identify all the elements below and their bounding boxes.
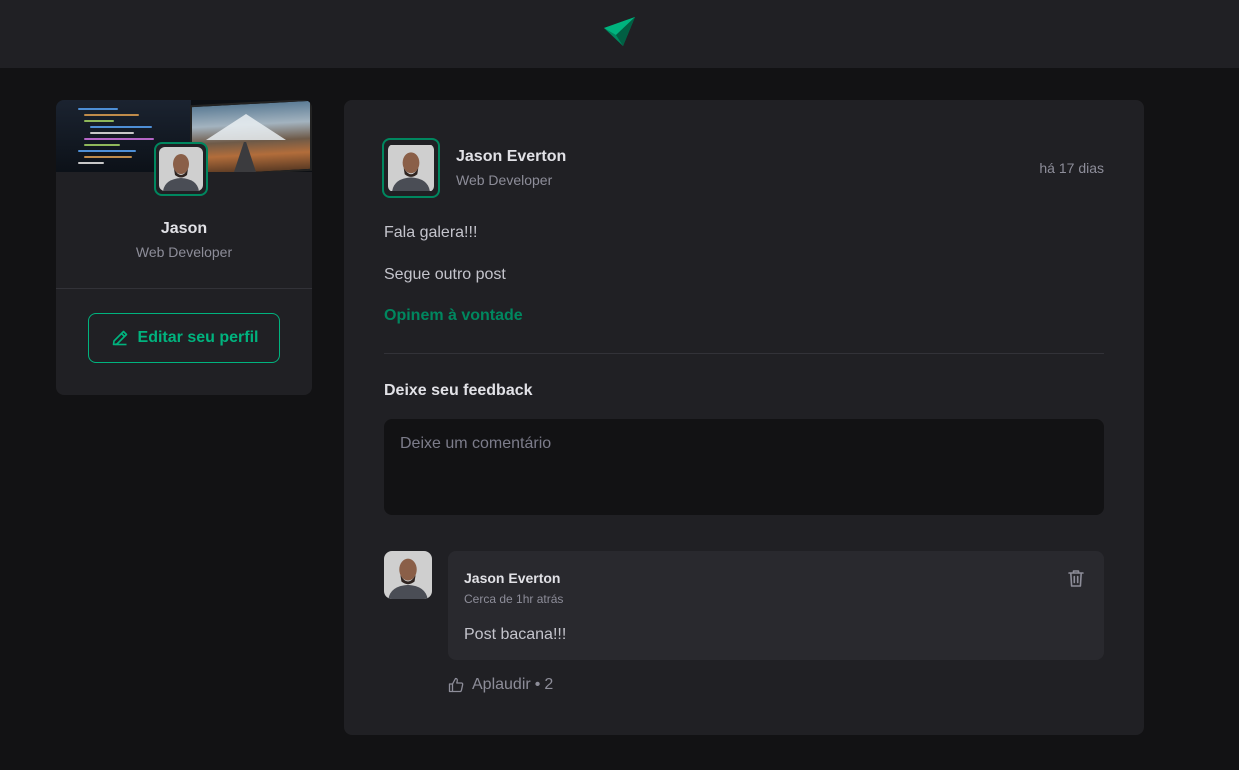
user-photo bbox=[159, 147, 203, 191]
post-author-role: Web Developer bbox=[456, 172, 553, 188]
profile-sidebar: Jason Web Developer Editar seu perfil bbox=[56, 100, 312, 395]
edit-profile-label: Editar seu perfil bbox=[137, 329, 259, 346]
post-paragraph: Fala galera!!! bbox=[384, 224, 478, 241]
post-author-name: Jason Everton bbox=[456, 148, 567, 165]
applaud-separator: • bbox=[534, 676, 541, 693]
applaud-count: 2 bbox=[544, 676, 554, 693]
sidebar-divider bbox=[56, 288, 312, 289]
user-photo bbox=[384, 551, 432, 599]
post-timestamp: há 17 dias bbox=[1039, 160, 1104, 176]
post-paragraph: Segue outro post bbox=[384, 266, 506, 283]
applaud-button[interactable]: Aplaudir • 2 bbox=[448, 676, 553, 694]
post-card: Jason Everton Web Developer há 17 dias F… bbox=[344, 100, 1144, 735]
post-link[interactable]: Opinem à vontade bbox=[384, 307, 523, 325]
paper-plane-logo-icon[interactable] bbox=[603, 17, 636, 47]
applaud-label: Aplaudir bbox=[472, 676, 531, 693]
app-header bbox=[0, 0, 1239, 68]
post-author-avatar[interactable] bbox=[382, 138, 440, 198]
comment-input[interactable] bbox=[384, 419, 1104, 515]
comment-timestamp: Cerca de 1hr atrás bbox=[464, 592, 564, 606]
pencil-icon bbox=[112, 330, 127, 346]
post-divider bbox=[384, 353, 1104, 354]
feedback-title: Deixe seu feedback bbox=[384, 382, 533, 399]
trash-icon[interactable] bbox=[1066, 568, 1086, 588]
comment-author-name: Jason Everton bbox=[464, 570, 561, 586]
profile-avatar[interactable] bbox=[154, 142, 208, 196]
thumbs-up-icon bbox=[448, 677, 464, 693]
comment-author-avatar[interactable] bbox=[384, 551, 432, 599]
edit-profile-button[interactable]: Editar seu perfil bbox=[88, 313, 280, 363]
profile-role: Web Developer bbox=[135, 244, 233, 260]
comment-text: Post bacana!!! bbox=[464, 626, 567, 643]
user-photo bbox=[388, 145, 434, 191]
comment-box: Jason Everton Cerca de 1hr atrás Post ba… bbox=[448, 551, 1104, 660]
profile-name: Jason bbox=[160, 220, 208, 237]
